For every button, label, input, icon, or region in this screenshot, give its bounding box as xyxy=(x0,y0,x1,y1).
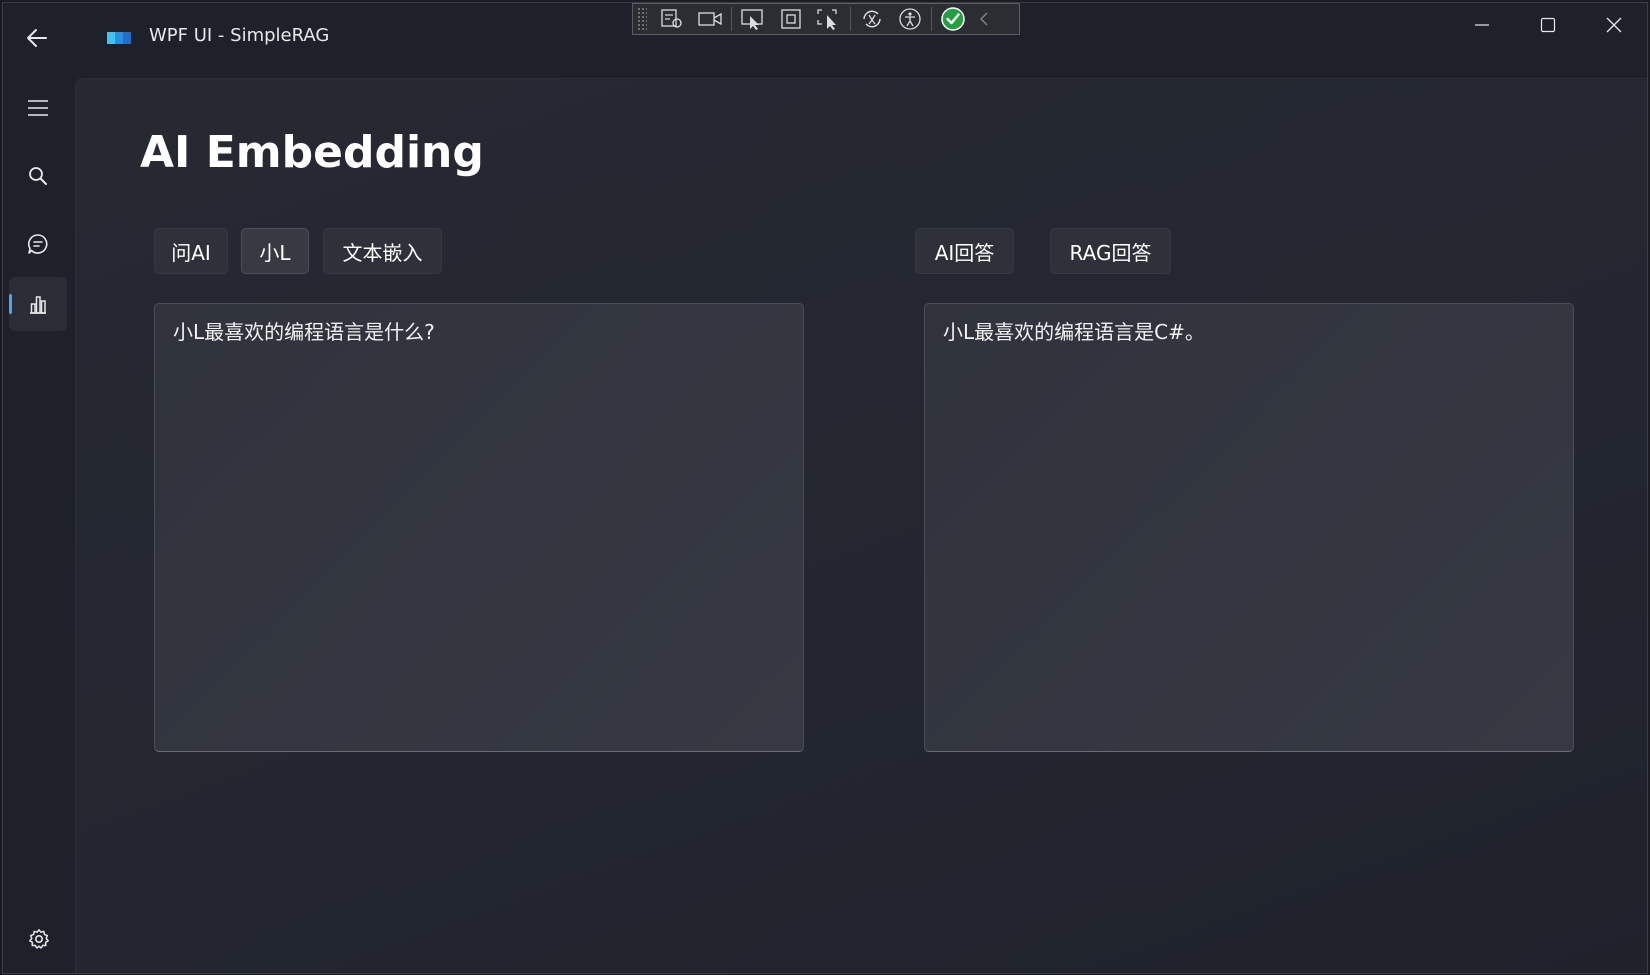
xaml-debug-toolbar xyxy=(632,3,1020,35)
rag-answer-button[interactable]: RAG回答 xyxy=(1050,228,1171,274)
maximize-icon xyxy=(1540,17,1556,33)
toolbar-grip[interactable] xyxy=(637,7,647,31)
minimize-button[interactable] xyxy=(1449,3,1515,47)
text-embedding-button[interactable]: 文本嵌入 xyxy=(323,228,442,274)
back-arrow-icon xyxy=(27,29,47,47)
minimize-icon xyxy=(1475,24,1489,26)
page-title: AI Embedding xyxy=(140,127,484,178)
select-element-button[interactable] xyxy=(734,5,772,33)
live-visual-tree-button[interactable] xyxy=(653,5,691,33)
display-layout-adorners-icon xyxy=(781,9,801,29)
select-element-icon xyxy=(741,9,763,30)
window-controls xyxy=(1449,3,1647,47)
close-button[interactable] xyxy=(1581,3,1647,47)
hamburger-menu-icon xyxy=(28,100,48,116)
hot-reload-button[interactable] xyxy=(853,5,891,33)
record-icon xyxy=(698,12,722,26)
collapse-icon xyxy=(980,12,988,26)
settings-gear-icon xyxy=(29,929,49,949)
navigation-sidebar xyxy=(3,75,75,973)
maximize-button[interactable] xyxy=(1515,3,1581,47)
close-icon xyxy=(1606,17,1622,33)
track-focus-icon xyxy=(817,9,837,30)
binding-status-button[interactable] xyxy=(934,5,972,33)
bar-chart-icon xyxy=(30,296,46,314)
nav-item-settings[interactable] xyxy=(25,925,53,953)
accessibility-icon xyxy=(899,8,921,30)
record-button[interactable] xyxy=(691,5,729,33)
app-window: WPF UI - SimpleRAG AI Embedding 问AI 小L 文… xyxy=(2,2,1648,974)
nav-item-chat[interactable] xyxy=(9,217,67,271)
nav-item-search[interactable] xyxy=(9,149,67,203)
layout-adorners-button[interactable] xyxy=(772,5,810,33)
active-indicator xyxy=(9,294,12,314)
ai-answer-button[interactable]: AI回答 xyxy=(915,228,1014,274)
back-button[interactable] xyxy=(17,21,57,55)
chat-bubble-icon xyxy=(27,234,48,254)
answer-textbox[interactable]: 小L最喜欢的编程语言是C#。 xyxy=(924,303,1574,752)
xiao-l-button[interactable]: 小L xyxy=(241,228,309,274)
search-icon xyxy=(29,167,47,185)
window-title: WPF UI - SimpleRAG xyxy=(149,25,330,46)
collapse-toolbar-button[interactable] xyxy=(972,5,996,33)
go-to-live-visual-tree-icon xyxy=(661,9,682,28)
content-area: AI Embedding 问AI 小L 文本嵌入 AI回答 RAG回答 小L最喜… xyxy=(75,78,1647,973)
nav-item-embedding[interactable] xyxy=(9,277,67,331)
app-logo-icon xyxy=(107,32,131,44)
binding-ok-icon xyxy=(941,7,965,31)
question-textbox[interactable]: 小L最喜欢的编程语言是什么? xyxy=(154,303,804,752)
nav-menu-toggle[interactable] xyxy=(9,81,67,135)
track-focus-button[interactable] xyxy=(810,5,848,33)
accessibility-button[interactable] xyxy=(891,5,929,33)
hot-reload-icon xyxy=(863,10,881,28)
ask-ai-button[interactable]: 问AI xyxy=(154,228,228,274)
